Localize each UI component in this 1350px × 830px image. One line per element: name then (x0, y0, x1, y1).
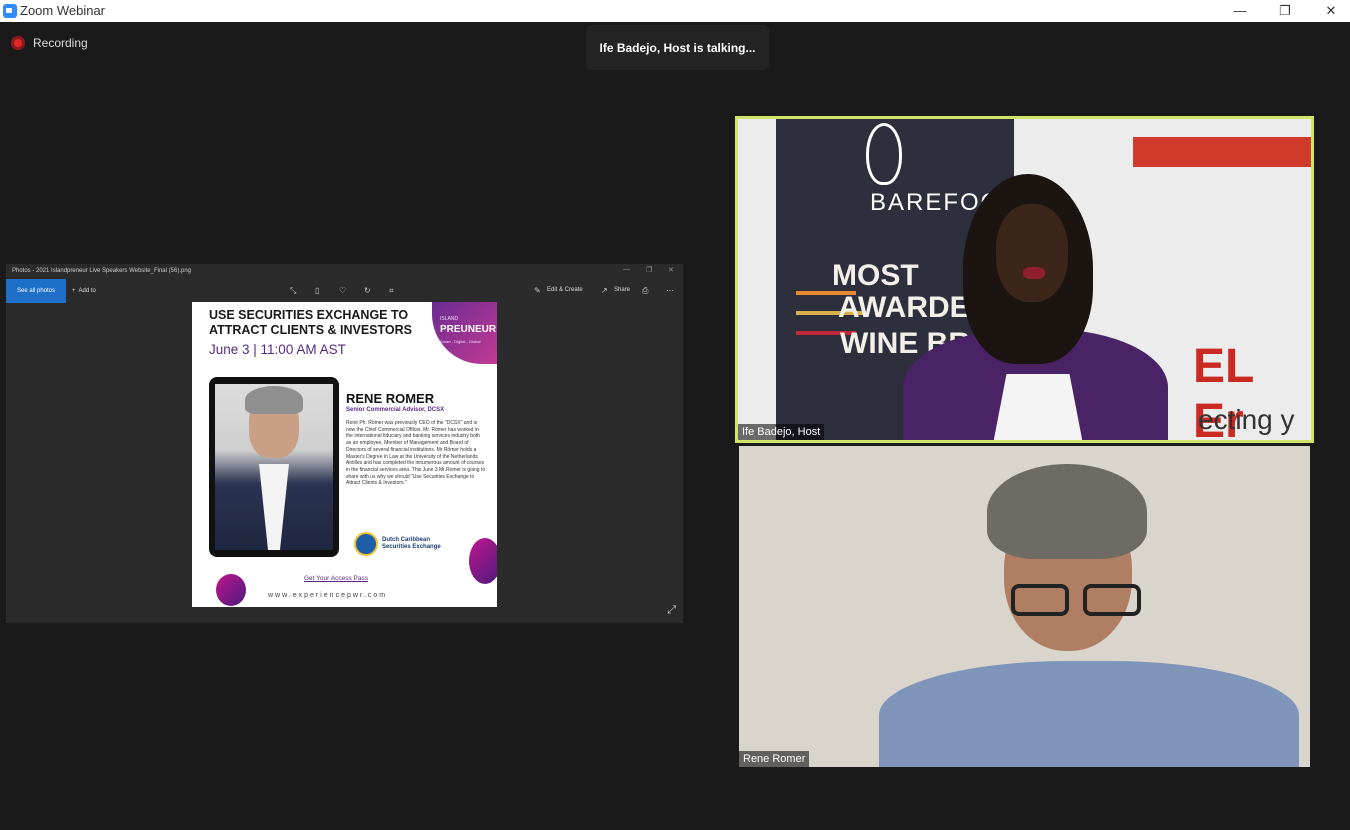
flyer-date: June 3 | 11:00 AM AST (209, 342, 346, 357)
video-tile-guest[interactable]: Rene Romer (739, 446, 1310, 767)
banner-line-1: MOST (832, 259, 919, 292)
participant-name-guest: Rene Romer (739, 751, 810, 767)
recording-label: Recording (33, 36, 88, 50)
close-button[interactable]: ✕ (1321, 1, 1341, 21)
logo-sub-text: ISLAND (440, 316, 459, 322)
add-to-label: Add to (78, 288, 96, 294)
foot-logo-icon (866, 123, 902, 185)
video-tile-host[interactable]: BAREFOOT MOST AWARDED WINE BRA EL Er ect… (735, 116, 1314, 443)
window-title-bar: Zoom Webinar — ❐ ✕ (0, 0, 1350, 22)
see-all-photos-label: See all photos (16, 288, 56, 294)
crop-icon[interactable]: ⌗ (389, 286, 394, 296)
edit-create-button[interactable]: Edit & Create (547, 287, 583, 293)
window-title: Zoom Webinar (20, 3, 106, 18)
guest-hair (987, 464, 1147, 559)
dcsx-icon (354, 532, 378, 556)
dcsx-name: Dutch Caribbean Securities Exchange (382, 537, 441, 550)
recording-icon (11, 36, 25, 50)
speaker-bio: René Ph. Römer was previously CEO of the… (346, 420, 486, 487)
share-button[interactable]: Share (614, 287, 630, 293)
add-to-button[interactable]: + Add to (72, 279, 96, 303)
see-all-photos-button[interactable]: See all photos (6, 279, 66, 303)
share-icon: ↗ (601, 286, 608, 295)
shared-screen[interactable]: Photos - 2021 Islandpreneur Live Speaker… (6, 264, 683, 623)
logo-main-text: PREUNEUR (440, 324, 497, 335)
photos-close-icon: ✕ (668, 267, 674, 274)
zoom-icon[interactable]: ⤡ (290, 286, 296, 296)
islandpreneur-logo: ISLAND PREUNEUR Smart - Digital - Global (432, 302, 497, 364)
background-sign-subtext: ecting y (1198, 404, 1295, 435)
photos-minimize-icon: — (623, 266, 630, 273)
rotate-icon[interactable]: ↻ (364, 286, 371, 295)
access-pass-link: Get Your Access Pass (304, 575, 368, 582)
flyer-heading: USE SECURITIES EXCHANGE TO ATTRACT CLIEN… (209, 308, 413, 337)
decorative-blob (469, 538, 497, 584)
more-options-icon[interactable]: ⋯ (666, 286, 674, 295)
speaker-role: Senior Commercial Advisor, DCSX (346, 407, 445, 413)
plus-icon: + (72, 288, 76, 294)
print-icon[interactable]: ⎙ (642, 286, 648, 296)
delete-icon[interactable]: ▯ (315, 286, 319, 295)
restore-button[interactable]: ❐ (1275, 1, 1295, 21)
photos-restore-icon: ❐ (646, 267, 653, 274)
speaker-photo-frame (209, 377, 339, 557)
minimize-button[interactable]: — (1230, 1, 1250, 21)
recording-indicator[interactable]: Recording (11, 34, 88, 52)
speaker-name: RENE ROMER (346, 391, 435, 406)
event-flyer: USE SECURITIES EXCHANGE TO ATTRACT CLIEN… (192, 302, 497, 607)
participant-name-host: Ife Badejo, Host (738, 424, 825, 440)
zoom-app-icon (3, 4, 17, 18)
logo-tagline: Smart - Digital - Global (440, 339, 481, 344)
background-red-sign (1133, 137, 1311, 167)
active-speaker-banner: Ife Badejo, Host is talking... (586, 25, 769, 70)
host-face (996, 204, 1068, 302)
photos-toolbar: See all photos + Add to ⤡ ▯ ♡ ↻ ⌗ ✎ Edit… (6, 279, 683, 303)
speaker-photo (215, 384, 333, 550)
edit-icon: ✎ (534, 286, 541, 295)
photos-app-title: Photos - 2021 Islandpreneur Live Speaker… (12, 268, 191, 274)
guest-body (879, 661, 1299, 767)
favorite-icon[interactable]: ♡ (339, 286, 346, 295)
glasses-icon (1005, 584, 1147, 618)
active-speaker-text: Ife Badejo, Host is talking... (599, 40, 756, 55)
expand-icon[interactable]: ⤢ (667, 604, 676, 617)
decorative-blob (216, 574, 246, 606)
flyer-website: www.experiencepwr.com (268, 592, 388, 599)
dcsx-logo: Dutch Caribbean Securities Exchange (354, 532, 452, 556)
